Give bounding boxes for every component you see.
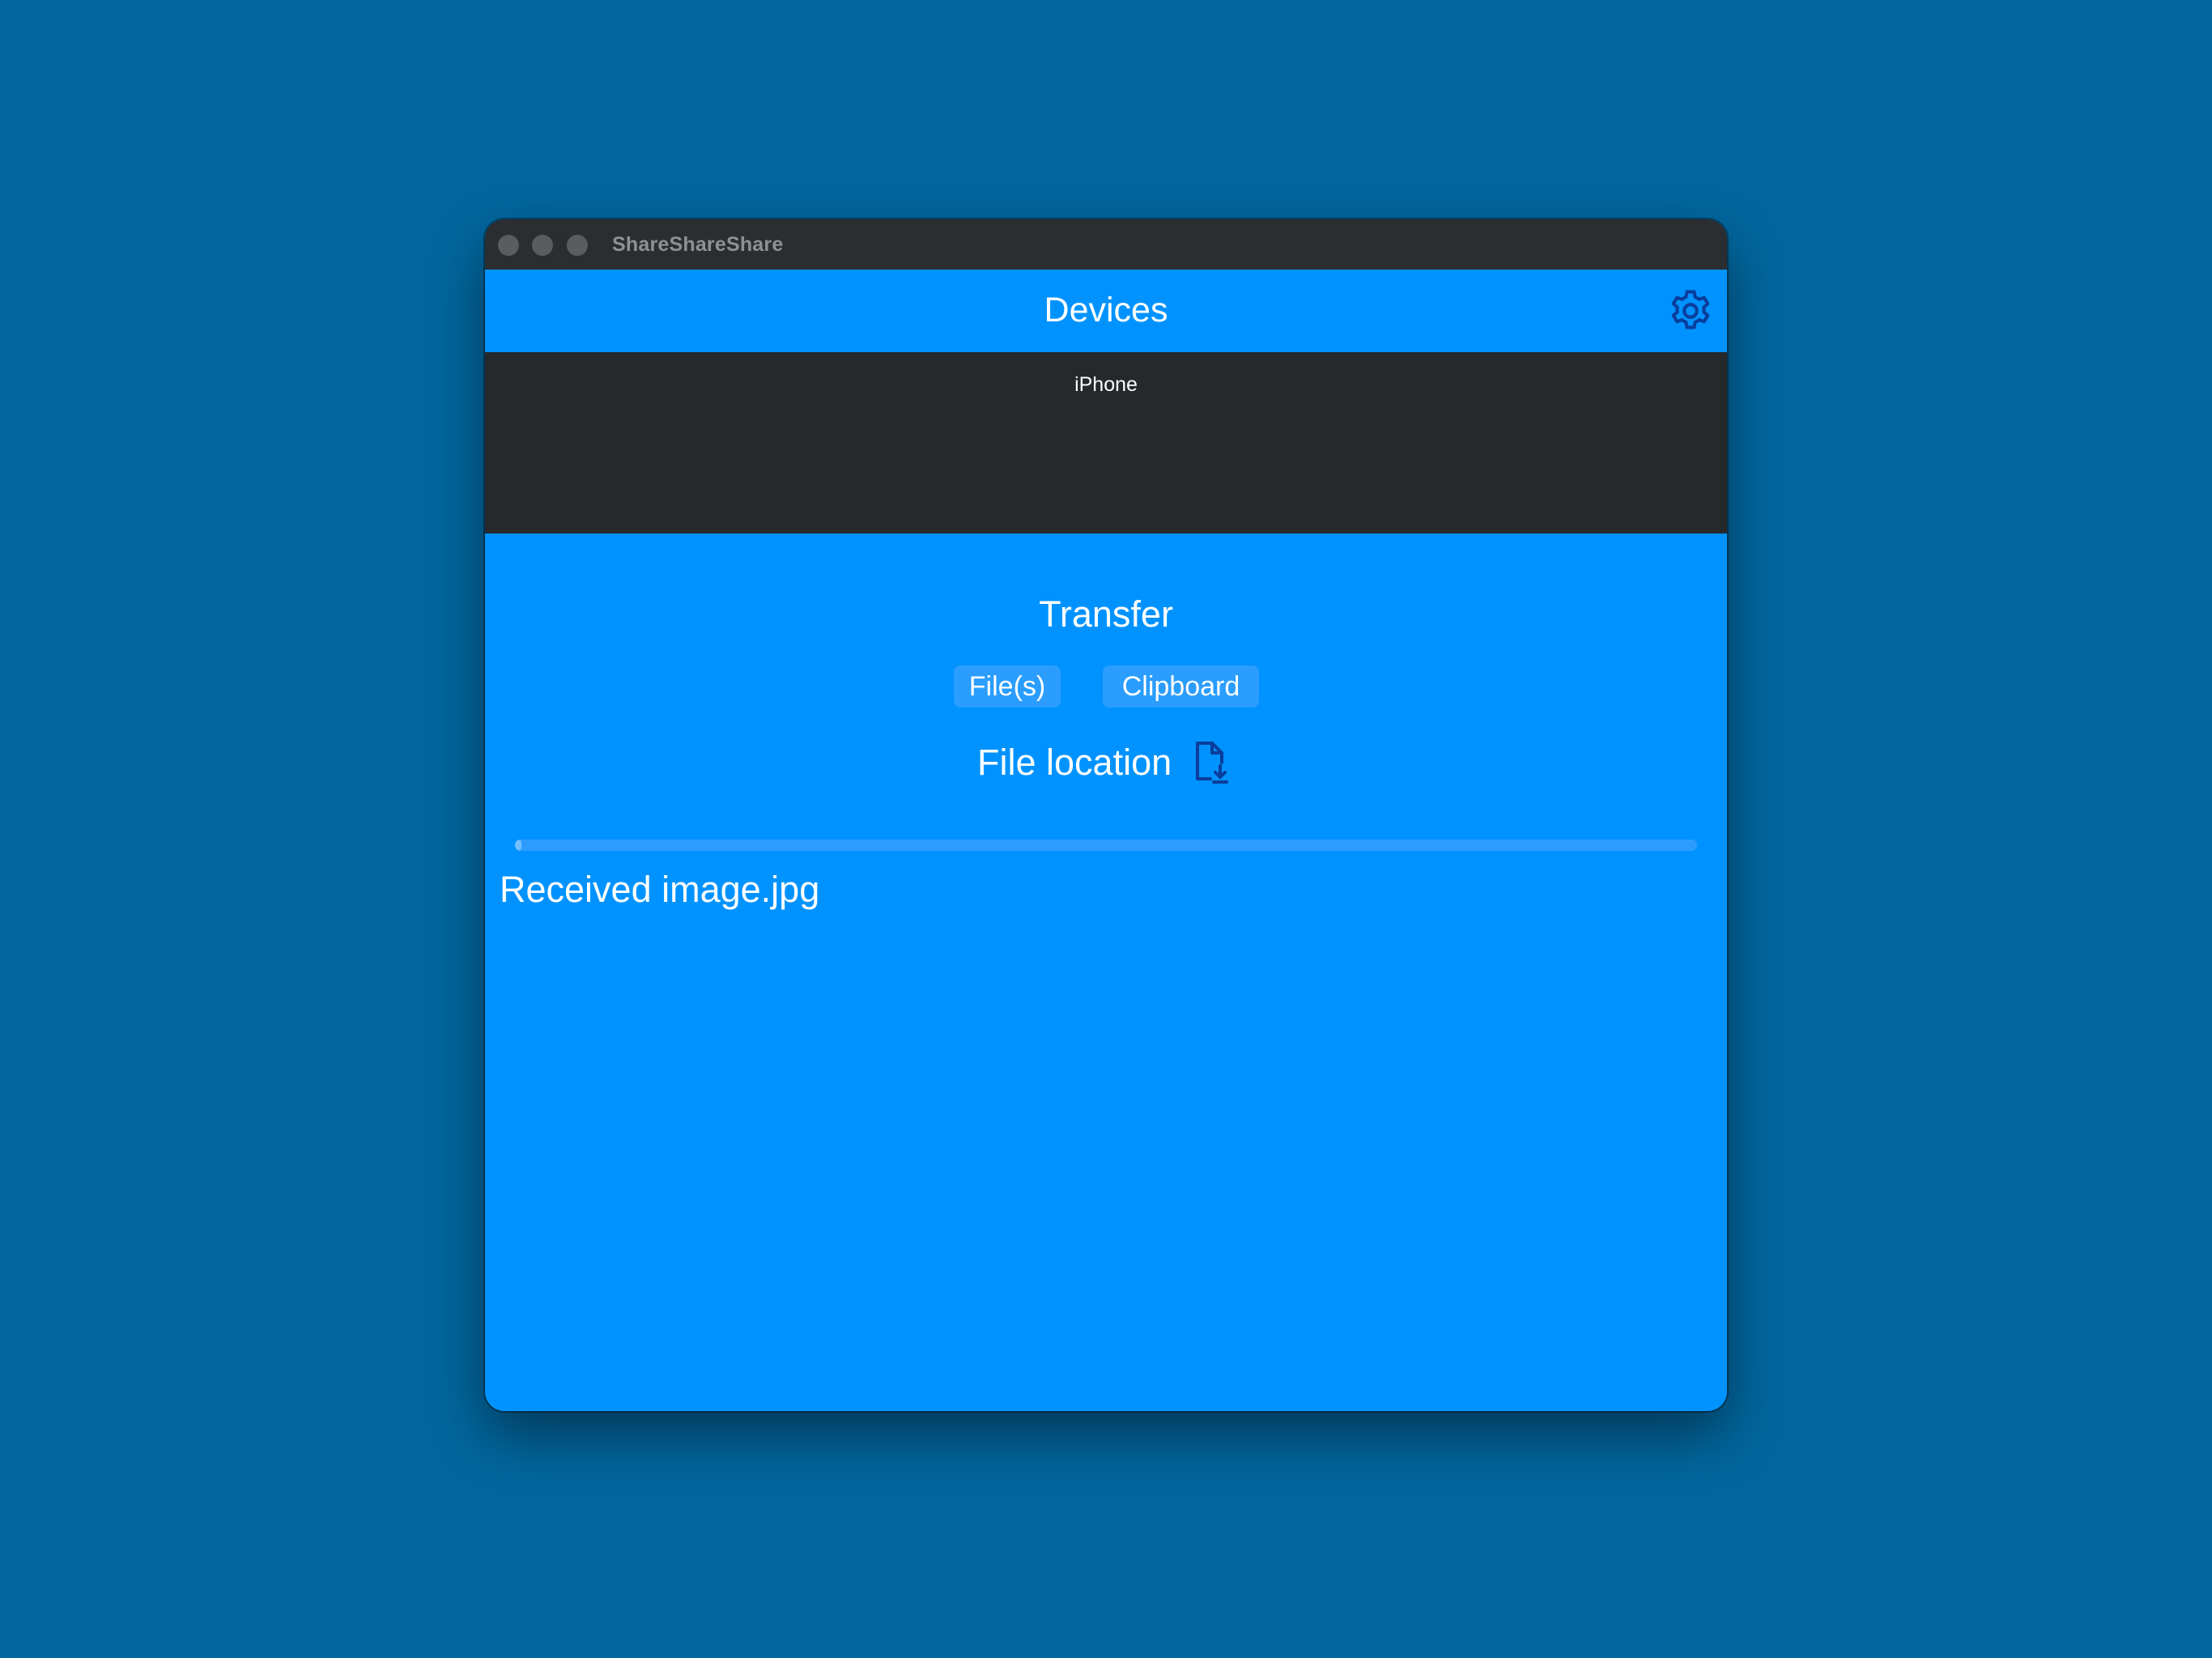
zoom-window-button[interactable] — [567, 235, 588, 256]
page-title: Devices — [1044, 291, 1168, 329]
send-files-button[interactable]: File(s) — [954, 665, 1061, 708]
close-window-button[interactable] — [498, 235, 519, 256]
status-message: Received image.jpg — [500, 869, 820, 910]
transfer-progress-bar — [515, 840, 1697, 851]
devices-header: Devices — [485, 270, 1727, 352]
send-clipboard-button[interactable]: Clipboard — [1103, 665, 1259, 708]
device-item-iphone[interactable]: iPhone — [485, 373, 1727, 397]
gear-icon — [1671, 290, 1710, 329]
settings-button[interactable] — [1665, 286, 1716, 336]
file-location-label: File location — [977, 742, 1172, 783]
transfer-progress-fill — [515, 840, 521, 851]
transfer-title: Transfer — [1039, 593, 1173, 635]
app-window: ShareShareShare Devices iPhone Transfer … — [485, 219, 1727, 1411]
file-download-icon — [1196, 742, 1229, 784]
file-location-button[interactable]: File location — [977, 736, 1230, 789]
minimize-window-button[interactable] — [532, 235, 553, 256]
title-bar[interactable]: ShareShareShare — [485, 219, 1727, 270]
device-list: iPhone — [485, 352, 1727, 534]
window-title: ShareShareShare — [612, 233, 784, 256]
